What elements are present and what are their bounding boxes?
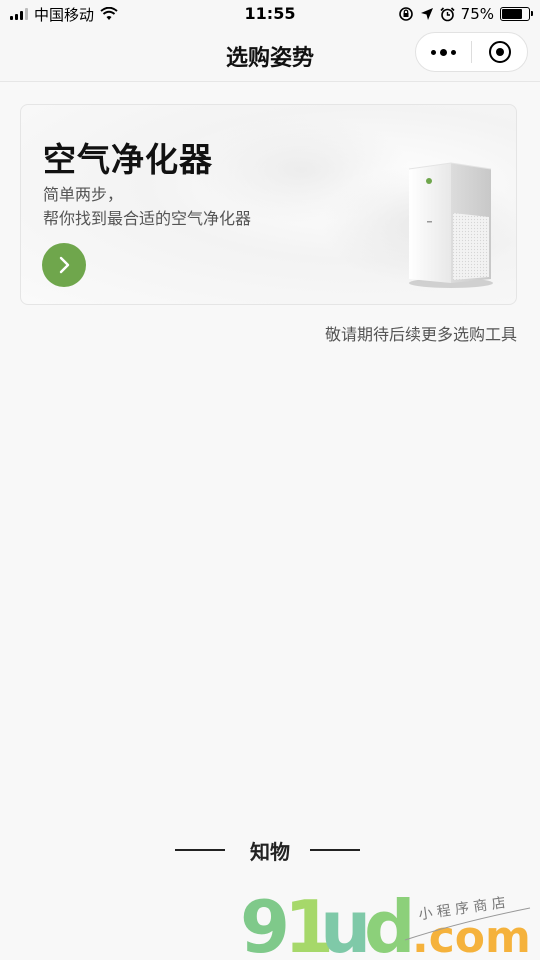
svg-text:d: d bbox=[364, 885, 416, 960]
status-bar: 中国移动 11:55 75% bbox=[0, 0, 540, 28]
svg-text:9: 9 bbox=[240, 885, 290, 960]
rotation-lock-icon bbox=[398, 7, 413, 21]
nav-bar: 选购姿势 bbox=[0, 28, 540, 82]
watermark-logo: 9 1 u d .com 小 程 序 商 店 bbox=[240, 885, 531, 960]
brand-name: 知物 bbox=[250, 840, 290, 864]
status-right: 75% bbox=[398, 4, 533, 24]
card-subtitle-line2: 帮你找到最合适的空气净化器 bbox=[43, 209, 252, 228]
alarm-icon bbox=[440, 6, 455, 21]
footer-brand: 知物 bbox=[0, 836, 540, 864]
close-button[interactable] bbox=[472, 33, 527, 71]
coming-soon-text: 敬请期待后续更多选购工具 bbox=[324, 325, 517, 344]
location-icon bbox=[420, 8, 433, 20]
divider-right bbox=[310, 849, 360, 851]
go-button[interactable] bbox=[42, 243, 86, 287]
chevron-right-icon bbox=[59, 256, 70, 274]
air-purifier-card[interactable]: 空气净化器 简单两步， 帮你找到最合适的空气净化器 bbox=[20, 104, 517, 305]
card-subtitle-line1: 简单两步， bbox=[43, 185, 124, 204]
air-purifier-image bbox=[408, 162, 493, 288]
battery-percent: 75% bbox=[460, 5, 494, 23]
close-ring-icon bbox=[488, 41, 511, 63]
battery-icon bbox=[500, 7, 533, 21]
more-dots-icon[interactable] bbox=[416, 33, 471, 71]
card-title: 空气净化器 bbox=[43, 140, 213, 179]
battery-fill bbox=[502, 9, 522, 19]
mini-program-capsule bbox=[415, 32, 528, 72]
